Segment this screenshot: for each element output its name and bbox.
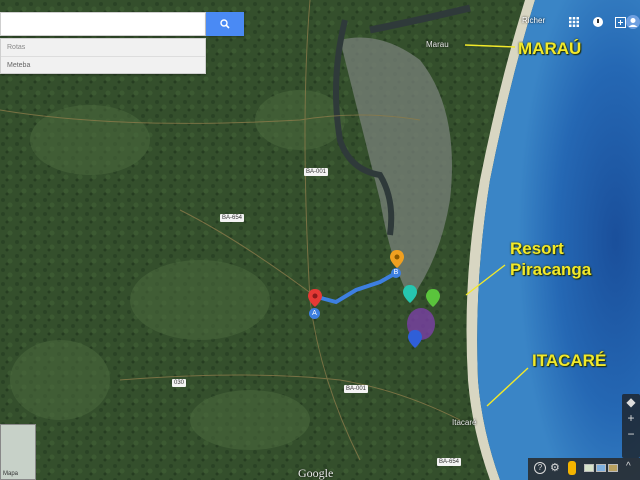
road-shield: BA-654: [220, 214, 245, 222]
place-label-itacare: Itacaré: [452, 418, 477, 427]
bottom-toolbar: ? ⚙ ^: [528, 458, 640, 480]
expand-icon[interactable]: ^: [626, 461, 631, 472]
apps-icon[interactable]: [566, 14, 582, 30]
notifications-icon[interactable]: [590, 14, 606, 30]
user-name[interactable]: Richer: [522, 16, 545, 25]
directions-panel: Rotas Meteba: [0, 38, 206, 74]
road-shield: BA-001: [344, 385, 369, 393]
annotation-resort-piracanga: Resort Piracanga: [510, 239, 592, 279]
layer-thumb-icon[interactable]: [608, 464, 618, 472]
layer-thumb-icon[interactable]: [584, 464, 594, 472]
marker-blue-pin[interactable]: [408, 330, 422, 352]
route-to-field[interactable]: Meteba: [1, 56, 205, 73]
annotation-marau: MARAÚ: [518, 39, 582, 58]
help-icon[interactable]: ?: [534, 462, 546, 474]
marker-teal-pin[interactable]: [403, 285, 417, 307]
route-from-field[interactable]: Rotas: [1, 39, 205, 56]
account-icon[interactable]: [626, 14, 640, 30]
account-bar: Richer: [516, 10, 640, 36]
place-label-marau: Marau: [426, 40, 449, 49]
search-button[interactable]: [206, 12, 244, 36]
road-shield: BA-654: [437, 458, 462, 466]
marker-start-label: A: [309, 308, 320, 319]
google-logo: Google: [298, 466, 334, 480]
search-icon: [220, 19, 230, 29]
marker-green-pin[interactable]: [426, 289, 440, 311]
annotation-itacare: ITACARÉ: [532, 351, 607, 370]
zoom-controls: ◆ + −: [622, 394, 640, 458]
compass-icon[interactable]: ◆: [622, 394, 640, 410]
search-input[interactable]: [0, 12, 206, 36]
settings-icon[interactable]: ⚙: [550, 461, 560, 474]
map-type-thumbnail[interactable]: Mapa: [0, 424, 36, 480]
search-panel: Rotas Meteba: [0, 10, 244, 74]
zoom-in-button[interactable]: +: [622, 410, 640, 426]
zoom-out-button[interactable]: −: [622, 426, 640, 442]
road-shield: BA-001: [304, 168, 329, 176]
pegman-icon[interactable]: [568, 461, 576, 475]
layer-thumb-icon[interactable]: [596, 464, 606, 472]
road-shield: 030: [172, 379, 187, 387]
map-type-label: Mapa: [3, 471, 19, 477]
marker-end-label: B: [391, 268, 401, 278]
